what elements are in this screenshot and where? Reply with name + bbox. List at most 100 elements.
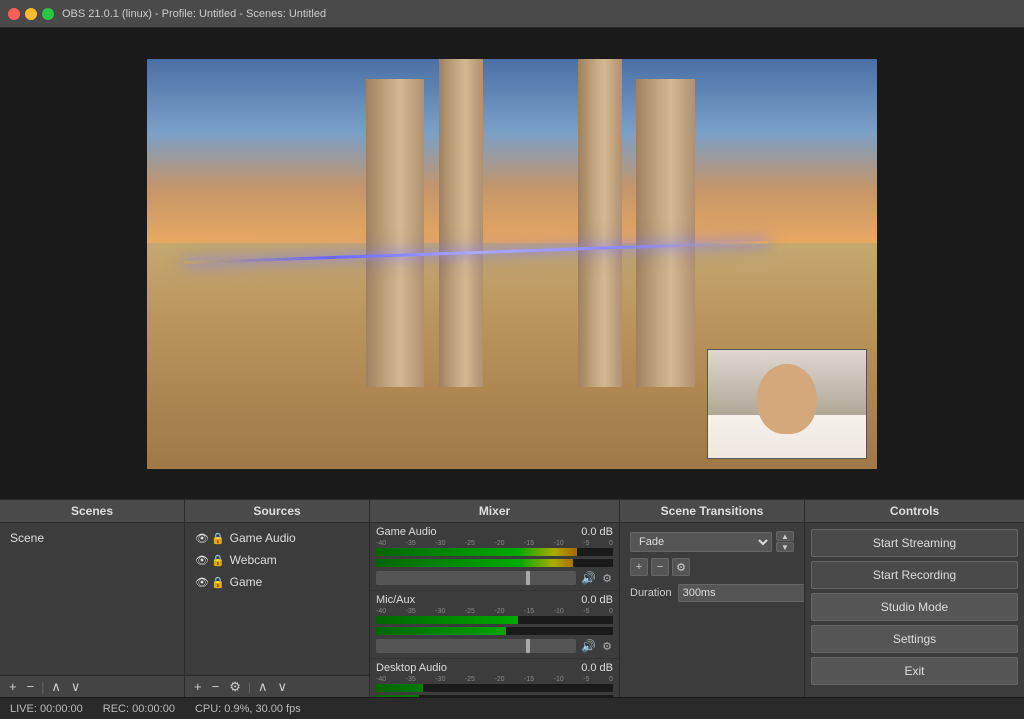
- scenes-footer: + − | ∧ ∨: [0, 675, 184, 697]
- source-name: Webcam: [230, 553, 277, 567]
- settings-button[interactable]: Settings: [811, 625, 1018, 653]
- sky-layer: [147, 59, 877, 244]
- transition-gear-button[interactable]: ⚙: [672, 558, 690, 576]
- pillar-right: [636, 79, 694, 387]
- transitions-header: Scene Transitions: [620, 500, 804, 523]
- mic-fader[interactable]: [376, 639, 576, 653]
- scene-item[interactable]: Scene: [4, 527, 180, 549]
- meter-mask: [577, 548, 613, 556]
- source-name: Game: [230, 575, 263, 589]
- track-db: 0.0 dB: [581, 662, 613, 674]
- meter-container-2: [376, 695, 613, 697]
- track-header: Game Audio 0.0 dB: [376, 526, 613, 538]
- scenes-down-button[interactable]: ∨: [68, 679, 84, 694]
- pillar-center-left: [439, 59, 483, 387]
- mixer-content: Game Audio 0.0 dB -40 -35 -30 -25 -20 -1…: [370, 523, 619, 697]
- duration-row: Duration ▲ ▼: [624, 578, 800, 607]
- scenes-separator: |: [41, 680, 44, 694]
- rec-status: REC: 00:00:00: [103, 703, 175, 715]
- mute-button[interactable]: 🔊: [580, 570, 597, 586]
- fader-row: 🔊 ⚙: [376, 638, 613, 654]
- meter-ticks: -40 -35 -30 -25 -20 -15 -10 -5 0: [376, 608, 613, 616]
- game-audio-fader[interactable]: [376, 571, 576, 585]
- sources-gear-button[interactable]: ⚙: [226, 679, 244, 694]
- sources-header: Sources: [185, 500, 369, 523]
- status-bar: LIVE: 00:00:00 REC: 00:00:00 CPU: 0.9%, …: [0, 697, 1024, 719]
- maximize-button[interactable]: [42, 8, 54, 20]
- pillar-center-right: [578, 59, 622, 387]
- studio-mode-button[interactable]: Studio Mode: [811, 593, 1018, 621]
- cpu-status: CPU: 0.9%, 30.00 fps: [195, 703, 301, 715]
- scenes-content: Scene: [0, 523, 184, 675]
- titlebar: OBS 21.0.1 (linux) - Profile: Untitled -…: [0, 0, 1024, 28]
- track-header: Mic/Aux 0.0 dB: [376, 594, 613, 606]
- meter-container: [376, 616, 613, 624]
- transition-remove-button[interactable]: −: [651, 558, 669, 576]
- controls-header: Controls: [805, 500, 1024, 523]
- transition-add-button[interactable]: +: [630, 558, 648, 576]
- mixer-header: Mixer: [370, 500, 619, 523]
- eye-icon: 👁: [195, 576, 209, 589]
- controls-panel: Controls Start Streaming Start Recording…: [805, 500, 1024, 697]
- mixer-track-mic: Mic/Aux 0.0 dB -40 -35 -30 -25 -20 -15 -…: [370, 591, 619, 659]
- transition-select[interactable]: Fade Cut Swipe: [630, 532, 772, 552]
- exit-button[interactable]: Exit: [811, 657, 1018, 685]
- track-db: 0.0 dB: [581, 594, 613, 606]
- scenes-panel: Scenes Scene + − | ∧ ∨: [0, 500, 185, 697]
- sources-panel: Sources 👁 🔒 Game Audio 👁 🔒: [185, 500, 370, 697]
- duration-label: Duration: [630, 587, 672, 599]
- meter-mask-2: [506, 627, 613, 635]
- meter-mask: [518, 616, 613, 624]
- lock-icon: 🔒: [211, 554, 225, 567]
- sources-add-button[interactable]: +: [191, 679, 205, 694]
- source-icons: 👁 🔒: [195, 554, 225, 567]
- mute-button[interactable]: 🔊: [580, 638, 597, 654]
- meter-ticks: -40 -35 -30 -25 -20 -15 -10 -5 0: [376, 676, 613, 684]
- source-icons: 👁 🔒: [195, 532, 225, 545]
- bottom-panel: Scenes Scene + − | ∧ ∨ Sources: [0, 499, 1024, 719]
- sources-down-button[interactable]: ∨: [274, 679, 290, 694]
- transition-down-button[interactable]: ▼: [776, 542, 794, 552]
- eye-icon: 👁: [195, 532, 209, 545]
- panels-row: Scenes Scene + − | ∧ ∨ Sources: [0, 500, 1024, 697]
- meter-container-2: [376, 627, 613, 635]
- meter-container: [376, 548, 613, 556]
- scenes-up-button[interactable]: ∧: [48, 679, 64, 694]
- track-name: Mic/Aux: [376, 594, 415, 606]
- start-streaming-button[interactable]: Start Streaming: [811, 529, 1018, 557]
- transition-up-button[interactable]: ▲: [776, 531, 794, 541]
- face: [757, 364, 817, 434]
- transitions-panel: Scene Transitions Fade Cut Swipe ▲ ▼: [620, 500, 805, 697]
- lock-icon: 🔒: [211, 576, 225, 589]
- mixer-track-game-audio: Game Audio 0.0 dB -40 -35 -30 -25 -20 -1…: [370, 523, 619, 591]
- minimize-button[interactable]: [25, 8, 37, 20]
- sources-footer: + − ⚙ | ∧ ∨: [185, 675, 369, 697]
- track-name: Game Audio: [376, 526, 437, 538]
- source-icons: 👁 🔒: [195, 576, 225, 589]
- fader-thumb: [526, 571, 530, 585]
- track-settings-button[interactable]: ⚙: [601, 639, 613, 654]
- sources-remove-button[interactable]: −: [209, 679, 223, 694]
- source-item-game-audio[interactable]: 👁 🔒 Game Audio: [189, 527, 365, 549]
- source-item-game[interactable]: 👁 🔒 Game: [189, 571, 365, 593]
- sources-content: 👁 🔒 Game Audio 👁 🔒 Webcam: [185, 523, 369, 675]
- live-status: LIVE: 00:00:00: [10, 703, 83, 715]
- main-content: Scenes Scene + − | ∧ ∨ Sources: [0, 28, 1024, 719]
- titlebar-title: OBS 21.0.1 (linux) - Profile: Untitled -…: [62, 8, 326, 20]
- scenes-remove-button[interactable]: −: [24, 679, 38, 694]
- lock-icon: 🔒: [211, 532, 225, 545]
- mixer-panel: Mixer Game Audio 0.0 dB -40 -35 -30 -25: [370, 500, 620, 697]
- track-header: Desktop Audio 0.0 dB: [376, 662, 613, 674]
- webcam-person: [708, 350, 866, 458]
- duration-input[interactable]: [678, 584, 804, 602]
- source-item-webcam[interactable]: 👁 🔒 Webcam: [189, 549, 365, 571]
- window-controls: [8, 8, 54, 20]
- transition-actions: + − ⚙: [624, 556, 800, 578]
- sources-separator: |: [248, 680, 251, 694]
- close-button[interactable]: [8, 8, 20, 20]
- preview-canvas: [147, 59, 877, 469]
- start-recording-button[interactable]: Start Recording: [811, 561, 1018, 589]
- scenes-add-button[interactable]: +: [6, 679, 20, 694]
- track-settings-button[interactable]: ⚙: [601, 571, 613, 586]
- sources-up-button[interactable]: ∧: [255, 679, 271, 694]
